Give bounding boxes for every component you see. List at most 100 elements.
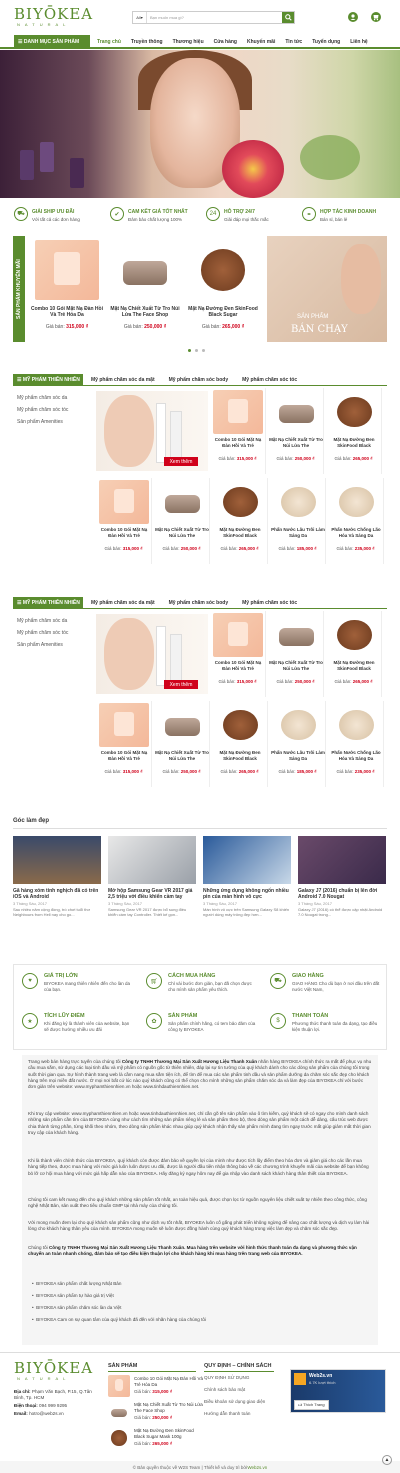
- product-card[interactable]: Combo 10 Gói Mặt Nạ Đàn Hồi Và Trẻ Hóa D…: [31, 236, 103, 342]
- blog-post-image[interactable]: [108, 836, 196, 884]
- tab-hair-care[interactable]: Mỹ phẩm chăm sóc tóc: [242, 600, 297, 606]
- product-name[interactable]: Combo 10 Gói Mặt Nạ Đàn Hồi Và Trẻ: [97, 750, 151, 761]
- tab-face-care[interactable]: Mỹ phẩm chăm sóc da mặt: [91, 377, 155, 383]
- product-card[interactable]: Phấn Nước Chống Lão Hóa Và Sáng Da Giá b…: [328, 701, 384, 787]
- tab-face-care[interactable]: Mỹ phẩm chăm sóc da mặt: [91, 600, 155, 606]
- product-name[interactable]: Mặt Nạ Chiết Xuất Từ Tro Núi Lửa The: [269, 437, 323, 448]
- footer-product[interactable]: Mặt Nạ Chiết Xuất Từ Tro Núi Lửa The Fac…: [108, 1401, 203, 1427]
- bestseller-banner[interactable]: SẢN PHẨM BÁN CHẠY: [267, 236, 387, 342]
- product-card[interactable]: Phấn Nước Chống Lão Hóa Và Sáng Da Giá b…: [328, 478, 384, 564]
- see-more-button[interactable]: Xem thêm: [164, 680, 198, 689]
- facebook-like-button[interactable]: 👍︎ Thích Trang: [294, 1400, 329, 1410]
- menu-item[interactable]: Sản phẩm Amenities: [13, 639, 93, 651]
- menu-item[interactable]: Mỹ phẩm chăm sóc tóc: [13, 404, 93, 416]
- footer-logo[interactable]: BIYŌKEA NATURAL: [14, 1361, 93, 1382]
- logo[interactable]: BIYŌKEA NATURAL: [14, 7, 124, 29]
- product-image[interactable]: [329, 390, 379, 434]
- cart-icon[interactable]: [371, 12, 381, 22]
- product-image[interactable]: [331, 703, 381, 747]
- product-name[interactable]: Combo 10 Gói Mặt Nạ Đàn Hồi Và Trẻ Hóa D…: [31, 306, 103, 318]
- blog-post-title[interactable]: Gã hàng xóm tinh nghịch đã có trên iOS v…: [13, 888, 101, 900]
- product-name[interactable]: Phấn Nước Lâu Trôi Làm Sáng Da: [271, 527, 325, 538]
- blog-post-image[interactable]: [298, 836, 386, 884]
- user-icon[interactable]: [348, 12, 358, 22]
- facebook-widget[interactable]: Web2s.vn 6.7K lượt thích 👍︎ Thích Trang: [290, 1369, 386, 1413]
- menu-item[interactable]: Sản phẩm Amenities: [13, 416, 93, 428]
- product-card[interactable]: Mặt Nạ Chiết Xuất Từ Tro Núi Lửa The Giá…: [154, 701, 210, 787]
- blog-post-image[interactable]: [13, 836, 101, 884]
- nav-home[interactable]: Trang chủ: [97, 39, 121, 45]
- tab-body-care[interactable]: Mỹ phẩm chăm sóc body: [169, 377, 228, 383]
- footer-product-name[interactable]: Mặt Nạ Đường Đen SkinFood Black Sugar Ma…: [134, 1428, 204, 1439]
- back-to-top-button[interactable]: ▲: [382, 1455, 392, 1465]
- footer-product-name[interactable]: Mặt Nạ Chiết Xuất Từ Tro Núi Lửa The Fac…: [134, 1402, 204, 1413]
- blog-post[interactable]: Gã hàng xóm tinh nghịch đã có trên iOS v…: [13, 836, 101, 926]
- section-feature-banner[interactable]: Xem thêm: [96, 391, 208, 471]
- product-name[interactable]: Phấn Nước Chống Lão Hóa Và Sáng Da: [329, 750, 383, 761]
- nav-store[interactable]: Cửa hàng: [214, 39, 237, 45]
- menu-item[interactable]: Mỹ phẩm chăm sóc da: [13, 615, 93, 627]
- nav-news[interactable]: Tin tức: [285, 39, 302, 45]
- category-menu-button[interactable]: ☰ DANH MỤC SẢN PHẨM: [14, 35, 90, 48]
- footer-policy-link[interactable]: QUY ĐỊNH SỬ DỤNG: [204, 1375, 249, 1380]
- product-name[interactable]: Combo 10 Gói Mặt Nạ Đàn Hồi Và Trẻ: [211, 660, 265, 671]
- product-name[interactable]: Mặt Nạ Đường Đen SkinFood Black: [213, 750, 267, 761]
- blog-post-title[interactable]: Galaxy J7 (2016) chuẩn bị lên đời Androi…: [298, 888, 386, 900]
- product-card[interactable]: Mặt Nạ Đường Đen SkinFood Black Giá bán:…: [326, 611, 382, 697]
- product-card[interactable]: Mặt Nạ Chiết Xuất Từ Tro Núi Lửa The Fac…: [109, 236, 181, 342]
- product-card[interactable]: Mặt Nạ Chiết Xuất Từ Tro Núi Lửa The Giá…: [154, 478, 210, 564]
- product-card[interactable]: Combo 10 Gói Mặt Nạ Đàn Hồi Và Trẻ Giá b…: [210, 388, 266, 474]
- section-title[interactable]: ☰ MỸ PHẨM THIÊN NHIÊN: [13, 597, 83, 609]
- product-card[interactable]: Mặt Nạ Đường Đen SkinFood Black Giá bán:…: [212, 701, 268, 787]
- product-card[interactable]: Mặt Nạ Đường Đen SkinFood Black Giá bán:…: [326, 388, 382, 474]
- product-name[interactable]: Mặt Nạ Đường Đen SkinFood Black: [327, 437, 381, 448]
- hero-banner[interactable]: [0, 50, 400, 198]
- product-name[interactable]: Phấn Nước Chống Lão Hóa Và Sáng Da: [329, 527, 383, 538]
- product-card[interactable]: Combo 10 Gói Mặt Nạ Đàn Hồi Và Trẻ Giá b…: [96, 478, 152, 564]
- footer-policy-link[interactable]: Điều khoản sử dụng giao diện: [204, 1399, 265, 1404]
- footer-product[interactable]: Combo 10 Gói Mặt Nạ Đàn Hồi Và Trẻ Hóa D…: [108, 1375, 203, 1401]
- product-image[interactable]: [215, 703, 265, 747]
- footer-product-image[interactable]: [108, 1427, 130, 1449]
- nav-careers[interactable]: Tuyển dụng: [312, 39, 340, 45]
- product-image[interactable]: [113, 240, 177, 300]
- product-image[interactable]: [35, 240, 99, 300]
- section-feature-banner[interactable]: Xem thêm: [96, 614, 208, 694]
- product-name[interactable]: Combo 10 Gói Mặt Nạ Đàn Hồi Và Trẻ: [211, 437, 265, 448]
- product-image[interactable]: [331, 480, 381, 524]
- nav-contact[interactable]: Liên hệ: [350, 39, 368, 45]
- nav-media[interactable]: Truyền thông: [131, 39, 163, 45]
- footer-product-image[interactable]: [108, 1375, 130, 1397]
- carousel-dot[interactable]: [188, 349, 191, 352]
- footer-product-image[interactable]: [108, 1401, 130, 1423]
- product-name[interactable]: Mặt Nạ Chiết Xuất Từ Tro Núi Lửa The: [155, 527, 209, 538]
- product-image[interactable]: [273, 480, 323, 524]
- product-image[interactable]: [329, 613, 379, 657]
- footer-policy-link[interactable]: Chính sách bảo mật: [204, 1387, 245, 1392]
- product-name[interactable]: Mặt Nạ Đường Đen SkinFood Black: [213, 527, 267, 538]
- product-card[interactable]: Mặt Nạ Chiết Xuất Từ Tro Núi Lửa The Giá…: [268, 611, 324, 697]
- blog-post-image[interactable]: [203, 836, 291, 884]
- product-image[interactable]: [157, 703, 207, 747]
- carousel-dot[interactable]: [195, 349, 198, 352]
- phone-value[interactable]: 094 999 9295: [39, 1403, 67, 1408]
- product-name[interactable]: Mặt Nạ Đường Đen SkinFood Black Sugar: [187, 306, 259, 318]
- section-title[interactable]: ☰ MỸ PHẨM THIÊN NHIÊN: [13, 374, 83, 386]
- facebook-page-name[interactable]: Web2s.vn: [309, 1373, 332, 1379]
- product-card[interactable]: Phấn Nước Lâu Trôi Làm Sáng Da Giá bán: …: [270, 701, 326, 787]
- product-image[interactable]: [215, 480, 265, 524]
- product-image[interactable]: [99, 480, 149, 524]
- product-name[interactable]: Mặt Nạ Chiết Xuất Từ Tro Núi Lửa The: [155, 750, 209, 761]
- blog-post[interactable]: Mở hộp Samsung Gear VR 2017 giá 2,5 triệ…: [108, 836, 196, 926]
- blog-post[interactable]: Galaxy J7 (2016) chuẩn bị lên đời Androi…: [298, 836, 386, 926]
- menu-item[interactable]: Mỹ phẩm chăm sóc da: [13, 392, 93, 404]
- nav-brand[interactable]: Thương hiệu: [173, 39, 204, 45]
- footer-product-name[interactable]: Combo 10 Gói Mặt Nạ Đàn Hồi Và Trẻ Hóa D…: [134, 1376, 204, 1387]
- product-image[interactable]: [99, 703, 149, 747]
- nav-promotions[interactable]: Khuyến mãi: [247, 39, 275, 45]
- product-card[interactable]: Phấn Nước Lâu Trôi Làm Sáng Da Giá bán: …: [270, 478, 326, 564]
- blog-post-title[interactable]: Những ứng dụng không ngốn nhiều pin của …: [203, 888, 291, 900]
- product-image[interactable]: [213, 390, 263, 434]
- product-card[interactable]: Mặt Nạ Đường Đen SkinFood Black Sugar Gi…: [187, 236, 259, 342]
- product-card[interactable]: Combo 10 Gói Mặt Nạ Đàn Hồi Và Trẻ Giá b…: [96, 701, 152, 787]
